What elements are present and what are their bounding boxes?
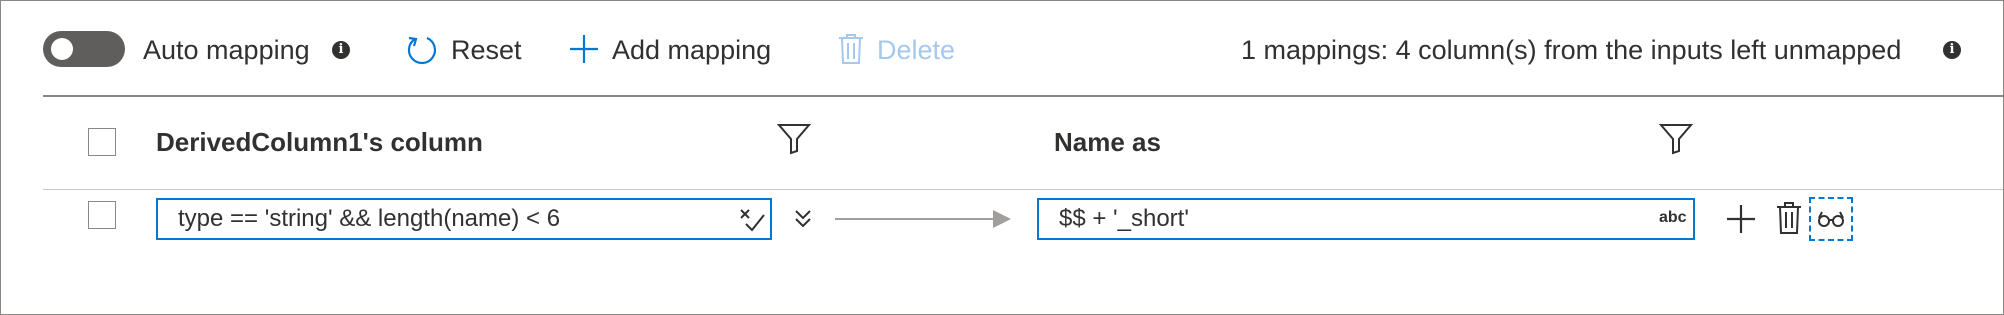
preview-button[interactable] xyxy=(1809,197,1853,241)
mapping-arrow xyxy=(835,218,997,220)
header-divider xyxy=(43,189,2003,190)
expression-clear-icon[interactable] xyxy=(738,207,766,233)
auto-mapping-info-icon[interactable]: i xyxy=(332,41,350,59)
reset-button[interactable]: Reset xyxy=(405,23,565,77)
name-as-input[interactable]: $$ + '_short' xyxy=(1037,198,1695,240)
source-filter-icon[interactable] xyxy=(777,123,811,155)
row-checkbox[interactable] xyxy=(88,201,116,229)
source-expression-text: type == 'string' && length(name) < 6 xyxy=(178,205,561,232)
status-info-icon[interactable]: i xyxy=(1943,41,1961,59)
mapping-status-text: 1 mappings: 4 column(s) from the inputs … xyxy=(1241,35,1902,65)
type-badge: abc xyxy=(1659,209,1687,226)
toggle-knob xyxy=(51,38,73,60)
mapping-arrow-head xyxy=(993,210,1011,228)
source-expression-input[interactable]: type == 'string' && length(name) < 6 xyxy=(156,198,772,240)
reset-label: Reset xyxy=(451,35,522,65)
delete-row-icon[interactable] xyxy=(1775,201,1803,235)
glasses-icon xyxy=(1818,211,1844,227)
toolbar-divider xyxy=(43,95,2003,97)
auto-mapping-label: Auto mapping xyxy=(143,35,310,65)
name-as-text: $$ + '_short' xyxy=(1059,205,1189,232)
add-mapping-label: Add mapping xyxy=(612,35,772,65)
expand-chevron-icon[interactable] xyxy=(793,208,813,230)
plus-icon xyxy=(570,35,598,63)
auto-mapping-toggle[interactable] xyxy=(43,31,125,67)
source-column-header: DerivedColumn1's column xyxy=(156,127,483,157)
trash-icon xyxy=(839,34,863,64)
mapping-toolbar: Auto mapping i Reset Add mapping Delete … xyxy=(43,23,1963,77)
name-as-header: Name as xyxy=(1054,127,1161,157)
add-mapping-button[interactable]: Add mapping xyxy=(567,23,817,77)
mapping-panel: Auto mapping i Reset Add mapping Delete … xyxy=(0,0,2004,315)
select-all-checkbox[interactable] xyxy=(88,128,116,156)
reset-icon xyxy=(407,36,437,65)
name-as-filter-icon[interactable] xyxy=(1659,123,1693,155)
delete-button[interactable]: Delete xyxy=(835,23,975,77)
delete-label: Delete xyxy=(877,35,956,65)
add-row-icon[interactable] xyxy=(1725,203,1757,235)
